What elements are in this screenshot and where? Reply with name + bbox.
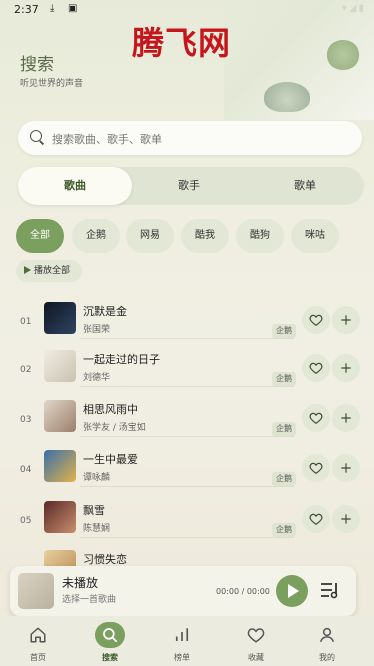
chart-icon	[175, 628, 189, 641]
page-subtitle: 听见世界的声音	[20, 79, 84, 89]
album-cover	[44, 400, 76, 432]
filter-qq[interactable]: 企鹅	[72, 219, 120, 253]
heart-icon	[309, 412, 323, 424]
player-subtitle: 选择一首歌曲	[62, 595, 117, 605]
download-icon: ⤓	[50, 3, 55, 14]
album-cover	[44, 350, 76, 382]
search-input[interactable]: 搜索歌曲、歌手、歌单	[18, 121, 362, 155]
heart-icon	[309, 314, 323, 326]
player-title: 未播放	[62, 576, 99, 590]
heart-icon	[309, 362, 323, 374]
album-cover	[44, 302, 76, 334]
like-button[interactable]	[302, 505, 330, 533]
search-placeholder: 搜索歌曲、歌手、歌单	[52, 133, 162, 146]
search-icon	[103, 628, 118, 643]
album-cover	[44, 450, 76, 482]
page-title: 搜索	[20, 55, 54, 75]
song-row[interactable]: 02 一起走过的日子 刘德华 企鹅	[0, 346, 374, 396]
add-button[interactable]	[332, 454, 360, 482]
tab-singers[interactable]: 歌手	[132, 167, 246, 205]
plus-icon	[341, 463, 351, 473]
play-all-button[interactable]: 播放全部	[16, 260, 82, 282]
nav-profile[interactable]: 我的	[297, 616, 357, 666]
like-button[interactable]	[302, 404, 330, 432]
like-button[interactable]	[302, 306, 330, 334]
bottom-nav: 首页 搜索 榜单 收藏 我的	[0, 616, 374, 666]
play-icon	[24, 266, 31, 274]
status-time: 2:37	[14, 3, 39, 16]
home-icon	[30, 627, 46, 643]
plant-decoration	[326, 40, 360, 70]
player-time: 00:00 / 00:00	[216, 587, 270, 596]
plus-icon	[341, 315, 351, 325]
plus-icon	[341, 514, 351, 524]
tab-playlists[interactable]: 歌单	[246, 167, 364, 205]
song-row[interactable]: 01 沉默是金 张国荣 企鹅	[0, 298, 374, 348]
source-badge: 企鹅	[272, 523, 296, 537]
player-thumbnail	[18, 573, 54, 609]
filter-kugou[interactable]: 酷狗	[236, 219, 284, 253]
add-button[interactable]	[332, 306, 360, 334]
like-button[interactable]	[302, 354, 330, 382]
song-row[interactable]: 03 相思风雨中 张学友 / 汤宝如 企鹅	[0, 396, 374, 446]
add-button[interactable]	[332, 354, 360, 382]
nav-charts[interactable]: 榜单	[152, 616, 212, 666]
playlist-icon[interactable]	[320, 581, 340, 603]
plus-icon	[341, 413, 351, 423]
song-row[interactable]: 05 飘雪 陈慧娴 企鹅	[0, 497, 374, 547]
search-icon	[30, 130, 42, 142]
filter-all[interactable]: 全部	[16, 219, 64, 253]
tab-songs[interactable]: 歌曲	[18, 167, 132, 205]
notification-icon: ▣	[68, 3, 78, 14]
app-logo: 腾飞网	[132, 24, 232, 62]
filter-netease[interactable]: 网易	[126, 219, 174, 253]
mini-player[interactable]: 未播放 选择一首歌曲 00:00 / 00:00	[10, 566, 356, 616]
nav-search[interactable]: 搜索	[80, 616, 140, 666]
source-badge: 企鹅	[272, 372, 296, 386]
like-button[interactable]	[302, 454, 330, 482]
song-row[interactable]: 04 一生中最爱 谭咏麟 企鹅	[0, 446, 374, 496]
nav-home[interactable]: 首页	[8, 616, 68, 666]
source-badge: 企鹅	[272, 324, 296, 338]
add-button[interactable]	[332, 505, 360, 533]
album-cover	[44, 501, 76, 533]
heart-icon	[309, 462, 323, 474]
heart-icon	[247, 628, 265, 643]
source-badge: 企鹅	[272, 472, 296, 486]
category-tabs: 歌曲 歌手 歌单	[18, 167, 364, 205]
nav-favorites[interactable]: 收藏	[226, 616, 286, 666]
headphones-decoration	[264, 82, 310, 112]
heart-icon	[309, 513, 323, 525]
filter-kuwo[interactable]: 酷我	[181, 219, 229, 253]
source-badge: 企鹅	[272, 422, 296, 436]
filter-migu[interactable]: 咪咕	[291, 219, 339, 253]
user-icon	[319, 627, 335, 643]
add-button[interactable]	[332, 404, 360, 432]
plus-icon	[341, 363, 351, 373]
play-button[interactable]	[276, 575, 308, 607]
